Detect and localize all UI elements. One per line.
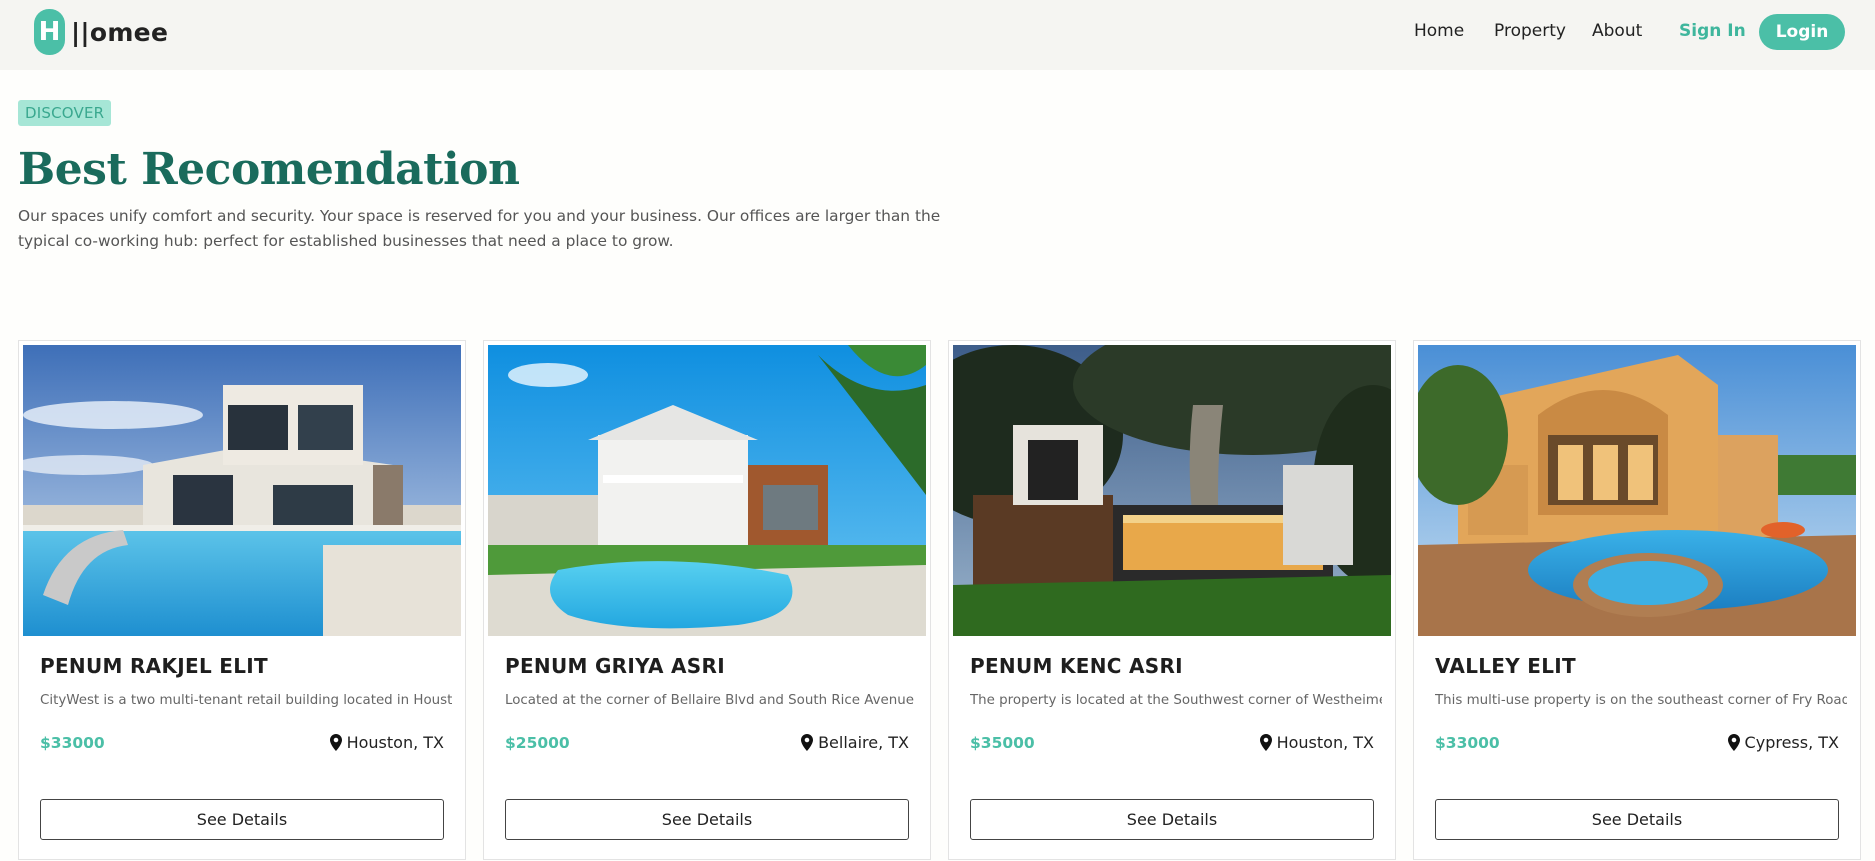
location-text: Cypress, TX [1744, 733, 1839, 752]
page-title: Best Recomendation [18, 144, 520, 195]
card-description: The property is located at the Southwest… [970, 693, 1382, 708]
brand-logo-icon: H [34, 9, 65, 55]
see-details-button[interactable]: See Details [505, 799, 909, 840]
card-title: PENUM GRIYA ASRI [505, 654, 725, 678]
nav-home-link[interactable]: Home [1414, 21, 1464, 41]
property-image-modern-house-dusk[interactable] [953, 345, 1391, 636]
card-price: $35000 [970, 734, 1035, 752]
map-pin-icon [1727, 734, 1740, 751]
card-description: Located at the corner of Bellaire Blvd a… [505, 693, 914, 708]
property-photo [953, 345, 1391, 636]
card-location: Bellaire, TX [801, 733, 909, 752]
card-description: CityWest is a two multi-tenant retail bu… [40, 693, 452, 708]
see-details-button[interactable]: See Details [40, 799, 444, 840]
nav-about-link[interactable]: About [1592, 21, 1642, 41]
location-text: Houston, TX [346, 733, 444, 752]
card-location: Houston, TX [1259, 733, 1374, 752]
login-button[interactable]: Login [1759, 14, 1845, 50]
card-price: $33000 [40, 734, 105, 752]
see-details-button[interactable]: See Details [970, 799, 1374, 840]
brand-name: ||omee [71, 17, 169, 47]
property-card: PENUM KENC ASRI The property is located … [948, 340, 1396, 860]
property-image-white-villa-pool[interactable] [488, 345, 926, 636]
property-card: PENUM GRIYA ASRI Located at the corner o… [483, 340, 931, 860]
map-pin-icon [1259, 734, 1272, 751]
property-image-mansion-pool-sunset[interactable] [1418, 345, 1856, 636]
property-photo [488, 345, 926, 636]
card-price: $25000 [505, 734, 570, 752]
card-title: VALLEY ELIT [1435, 654, 1576, 678]
card-location: Cypress, TX [1727, 733, 1839, 752]
property-image-modern-house-pool[interactable] [23, 345, 461, 636]
property-photo [1418, 345, 1856, 636]
map-pin-icon [801, 734, 814, 751]
discover-badge: DISCOVER [18, 100, 112, 126]
nav-property-link[interactable]: Property [1494, 21, 1566, 41]
brand[interactable]: H ||omee [34, 9, 168, 55]
card-price: $33000 [1435, 734, 1500, 752]
map-pin-icon [329, 734, 342, 751]
card-title: PENUM KENC ASRI [970, 654, 1183, 678]
top-navbar: H ||omee Home Property About Sign In Log… [0, 0, 1875, 70]
property-card: PENUM RAKJEL ELIT CityWest is a two mult… [18, 340, 466, 860]
location-text: Bellaire, TX [818, 733, 909, 752]
hero-description: Our spaces unify comfort and security. Y… [18, 207, 941, 250]
card-location: Houston, TX [329, 733, 444, 752]
sign-in-link[interactable]: Sign In [1679, 21, 1746, 41]
location-text: Houston, TX [1276, 733, 1374, 752]
see-details-button[interactable]: See Details [1435, 799, 1839, 840]
card-description: This multi-use property is on the southe… [1435, 693, 1847, 708]
property-card: VALLEY ELIT This multi-use property is o… [1413, 340, 1861, 860]
property-photo [23, 345, 461, 636]
card-title: PENUM RAKJEL ELIT [40, 654, 268, 678]
